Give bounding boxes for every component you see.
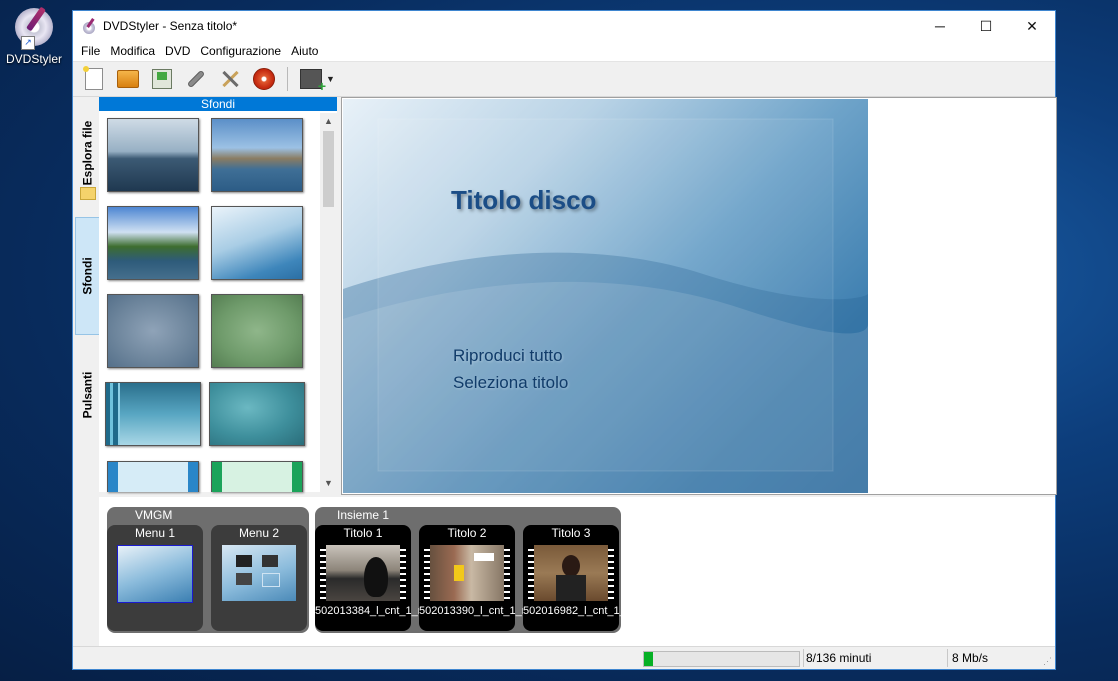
wave-decoration bbox=[343, 118, 868, 493]
title-card-2[interactable]: Titolo 2 502013390_l_cnt_1_r720P bbox=[419, 525, 552, 631]
tab-label: Esplora file bbox=[80, 120, 94, 186]
title-card-1[interactable]: Titolo 1 502013384_l_cnt_1_r720P bbox=[315, 525, 448, 631]
scroll-down-icon[interactable]: ▼ bbox=[320, 475, 337, 492]
title-filename: 502016982_l_cnt_1_r720P bbox=[523, 605, 656, 617]
menu-thumbnail bbox=[117, 545, 193, 603]
minimize-button[interactable]: ─ bbox=[917, 11, 963, 41]
save-icon bbox=[152, 69, 172, 89]
menu-card-1[interactable]: Menu 1 bbox=[107, 525, 203, 631]
play-all-button[interactable]: Riproduci tutto bbox=[453, 346, 563, 366]
add-file-dropdown[interactable]: ▼ bbox=[326, 67, 336, 91]
progress-fill bbox=[644, 652, 654, 666]
menu-bar: File Modifica DVD Configurazione Aiuto bbox=[73, 41, 1055, 62]
duration-text: 8/136 minuti bbox=[806, 651, 872, 665]
sidebar-tabs: Esplora file Sfondi Pulsanti bbox=[73, 97, 101, 492]
chevron-down-icon: ▼ bbox=[326, 74, 335, 84]
title-thumbnail bbox=[424, 545, 510, 601]
burn-button[interactable] bbox=[252, 67, 276, 91]
menu-canvas[interactable]: Titolo disco Riproduci tutto Seleziona t… bbox=[343, 99, 868, 493]
background-thumb[interactable] bbox=[209, 382, 305, 446]
background-thumb[interactable] bbox=[107, 461, 199, 492]
tab-sfondi[interactable]: Sfondi bbox=[75, 217, 101, 335]
title-filename: 502013390_l_cnt_1_r720P bbox=[419, 605, 552, 617]
status-separator bbox=[947, 649, 948, 667]
menu-dvd[interactable]: DVD bbox=[160, 44, 195, 58]
settings-button[interactable] bbox=[218, 67, 242, 91]
disc-usage-progress bbox=[643, 651, 800, 667]
background-thumb[interactable] bbox=[107, 206, 199, 280]
title-thumbnail bbox=[320, 545, 406, 601]
menu-preview: Titolo disco Riproduci tutto Seleziona t… bbox=[341, 97, 1057, 495]
titleset-manager: VMGM Menu 1 Menu 2 Insieme 1 Titolo 1 50 bbox=[99, 497, 1055, 647]
desktop-icon-label: DVDStyler bbox=[5, 52, 62, 66]
background-thumb[interactable] bbox=[105, 382, 201, 446]
dvd-options-button[interactable] bbox=[184, 67, 208, 91]
save-button[interactable] bbox=[150, 67, 174, 91]
add-video-icon bbox=[300, 69, 326, 94]
status-bar: 8/136 minuti 8 Mb/s ⋰ bbox=[73, 646, 1055, 669]
title-thumbnail bbox=[528, 545, 614, 601]
select-title-button[interactable]: Seleziona titolo bbox=[453, 373, 568, 393]
resize-grip-icon[interactable]: ⋰ bbox=[1043, 656, 1052, 667]
close-button[interactable]: ✕ bbox=[1009, 11, 1055, 41]
tab-label: Pulsanti bbox=[80, 371, 94, 419]
shortcut-arrow-icon: ↗ bbox=[21, 36, 35, 50]
folder-icon bbox=[80, 187, 96, 200]
disc-title-text[interactable]: Titolo disco bbox=[451, 185, 596, 216]
menu-modifica[interactable]: Modifica bbox=[105, 44, 160, 58]
scroll-up-icon[interactable]: ▲ bbox=[320, 113, 337, 130]
menu-configurazione[interactable]: Configurazione bbox=[195, 44, 286, 58]
app-icon bbox=[81, 18, 97, 34]
background-thumb[interactable] bbox=[211, 294, 303, 368]
desktop-icon-dvdstyler[interactable]: ↗ DVDStyler bbox=[4, 6, 64, 66]
toolbar: ▼ bbox=[73, 62, 1055, 97]
vmgm-label: VMGM bbox=[135, 508, 173, 522]
title-name: Titolo 1 bbox=[343, 526, 383, 540]
gallery-title: Sfondi bbox=[99, 97, 337, 111]
window-title: DVDStyler - Senza titolo* bbox=[103, 19, 238, 33]
menu-card-2[interactable]: Menu 2 bbox=[211, 525, 307, 631]
title-name: Titolo 3 bbox=[551, 526, 591, 540]
new-button[interactable] bbox=[82, 66, 106, 91]
menu-thumbnail bbox=[222, 545, 296, 601]
background-thumb[interactable] bbox=[107, 294, 199, 368]
menu-name: Menu 1 bbox=[134, 526, 176, 540]
title-filename: 502013384_l_cnt_1_r720P bbox=[315, 605, 448, 617]
menu-file[interactable]: File bbox=[76, 44, 105, 58]
tab-label: Sfondi bbox=[81, 257, 96, 295]
background-thumb[interactable] bbox=[211, 461, 303, 492]
burn-disc-icon bbox=[253, 68, 275, 90]
menu-aiuto[interactable]: Aiuto bbox=[286, 44, 323, 58]
menu-name: Menu 2 bbox=[238, 526, 280, 540]
tools-icon bbox=[220, 69, 240, 89]
wrench-icon bbox=[188, 71, 204, 87]
toolbar-separator bbox=[287, 67, 288, 91]
backgrounds-gallery: Sfondi bbox=[99, 97, 337, 492]
open-button[interactable] bbox=[116, 67, 140, 91]
background-thumb[interactable] bbox=[211, 118, 303, 192]
maximize-button[interactable]: ☐ bbox=[963, 11, 1009, 41]
folder-open-icon bbox=[117, 70, 139, 88]
add-file-button[interactable] bbox=[299, 67, 326, 94]
new-file-icon bbox=[83, 66, 103, 90]
dvd-disc-icon: ↗ bbox=[15, 6, 53, 50]
background-thumb[interactable] bbox=[107, 118, 199, 192]
scrollbar-thumb[interactable] bbox=[323, 131, 334, 207]
gallery-scrollbar[interactable]: ▲ ▼ bbox=[320, 113, 337, 492]
title-name: Titolo 2 bbox=[447, 526, 487, 540]
app-window: DVDStyler - Senza titolo* ─ ☐ ✕ File Mod… bbox=[72, 10, 1057, 670]
status-separator bbox=[803, 649, 804, 667]
tab-pulsanti[interactable]: Pulsanti bbox=[75, 355, 99, 435]
background-thumb[interactable] bbox=[211, 206, 303, 280]
titleset-label: Insieme 1 bbox=[337, 508, 390, 522]
title-bar[interactable]: DVDStyler - Senza titolo* ─ ☐ ✕ bbox=[73, 11, 1055, 41]
title-card-3[interactable]: Titolo 3 502016982_l_cnt_1_r720P bbox=[523, 525, 656, 631]
bitrate-text: 8 Mb/s bbox=[952, 651, 989, 665]
